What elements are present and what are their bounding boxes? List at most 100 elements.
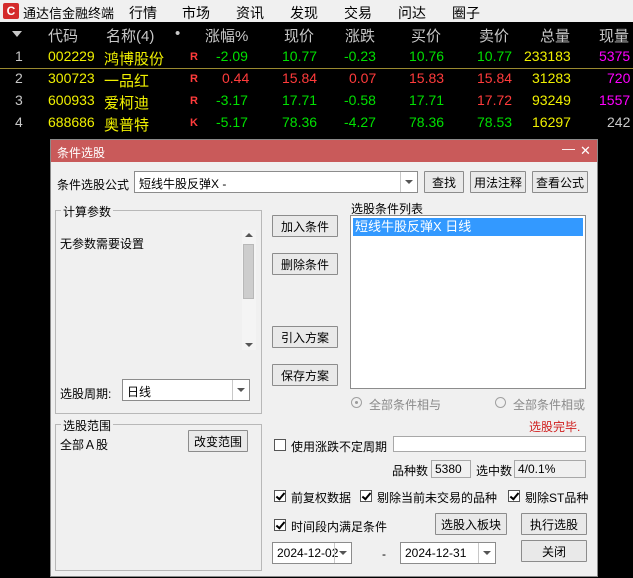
menu-discover[interactable]: 发现 bbox=[290, 3, 318, 23]
date-to-value: 2024-12-31 bbox=[405, 546, 467, 560]
scroll-up-icon[interactable] bbox=[245, 233, 253, 237]
stock-name: 一品红 bbox=[104, 73, 150, 90]
pct-change: 0.44 bbox=[222, 70, 250, 86]
col-cur[interactable]: 现量 bbox=[599, 25, 629, 46]
menu-bar: C 通达信金融终端 行情 市场 资讯 发现 交易 问达 圈子 bbox=[0, 0, 633, 23]
current-volume: 5375 bbox=[599, 48, 631, 64]
condition-select-dialog: 条件选股 — ✕ 条件选股公式 短线牛股反弹X - 查找 用法注释 查看公式 计… bbox=[50, 139, 598, 577]
bid-price: 17.71 bbox=[409, 92, 445, 108]
count-label: 品种数 bbox=[392, 464, 429, 478]
period-value: 日线 bbox=[127, 385, 152, 399]
stock-name: 鸿博股份 bbox=[104, 51, 165, 68]
date-from-picker[interactable]: 2024-12-02 bbox=[272, 542, 352, 564]
stock-code: 600933 bbox=[48, 92, 95, 108]
scroll-thumb[interactable] bbox=[243, 244, 254, 299]
formula-value: 短线牛股反弹X - bbox=[139, 177, 227, 191]
stock-code: 002229 bbox=[48, 48, 95, 64]
col-bid[interactable]: 买价 bbox=[411, 25, 441, 46]
minimize-icon[interactable]: — bbox=[562, 141, 575, 156]
irregular-period-input[interactable] bbox=[393, 436, 586, 452]
exclude-untraded-checkbox[interactable] bbox=[360, 490, 372, 502]
col-vol[interactable]: 总量 bbox=[540, 25, 570, 46]
table-row[interactable]: 3 600933 爱柯迪 R -3.17 17.71 -0.58 17.71 1… bbox=[0, 90, 633, 112]
price: 10.77 bbox=[282, 48, 318, 64]
dropdown-arrow-icon[interactable] bbox=[334, 543, 351, 563]
menu-trade[interactable]: 交易 bbox=[344, 3, 372, 23]
add-condition-button[interactable]: 加入条件 bbox=[272, 215, 338, 237]
selected-value: 4/0.1% bbox=[518, 462, 556, 476]
price: 17.71 bbox=[282, 92, 318, 108]
table-row[interactable]: 4 688686 奥普特 K -5.17 78.36 -4.27 78.36 7… bbox=[0, 112, 633, 134]
date-to-picker[interactable]: 2024-12-31 bbox=[400, 542, 496, 564]
row-index: 3 bbox=[15, 92, 23, 108]
date-separator: - bbox=[382, 547, 386, 561]
list-item[interactable]: 短线牛股反弹X 日线 bbox=[353, 218, 583, 236]
add-to-block-button[interactable]: 选股入板块 bbox=[435, 513, 507, 535]
bid-price: 15.83 bbox=[409, 70, 445, 86]
bid-price: 10.76 bbox=[409, 48, 445, 64]
scroll-down-icon[interactable] bbox=[245, 343, 253, 347]
col-chg[interactable]: 涨跌 bbox=[345, 25, 375, 46]
menu-news[interactable]: 资讯 bbox=[236, 3, 264, 23]
period-select[interactable]: 日线 bbox=[122, 379, 250, 401]
count-value: 5380 bbox=[435, 462, 462, 476]
import-plan-button[interactable]: 引入方案 bbox=[272, 326, 338, 348]
col-ask[interactable]: 卖价 bbox=[479, 25, 509, 46]
change: -0.58 bbox=[344, 92, 376, 108]
row-index: 2 bbox=[15, 70, 23, 86]
close-icon[interactable]: ✕ bbox=[580, 143, 591, 159]
params-scrollbar[interactable] bbox=[242, 230, 256, 350]
dialog-titlebar[interactable]: 条件选股 — ✕ bbox=[51, 140, 597, 162]
col-price[interactable]: 现价 bbox=[284, 25, 314, 46]
price: 15.84 bbox=[282, 70, 318, 86]
table-row[interactable]: 1 002229 鸿博股份 R -2.09 10.77 -0.23 10.76 … bbox=[0, 46, 633, 69]
current-volume: 242 bbox=[607, 114, 631, 130]
menu-circle[interactable]: 圈子 bbox=[452, 3, 480, 23]
period-condition-checkbox[interactable] bbox=[274, 519, 286, 531]
ask-price: 17.72 bbox=[477, 92, 513, 108]
stock-code: 300723 bbox=[48, 70, 95, 86]
save-plan-button[interactable]: 保存方案 bbox=[272, 364, 338, 386]
menu-quotes[interactable]: 行情 bbox=[129, 3, 157, 23]
pct-change: -3.17 bbox=[216, 92, 248, 108]
col-code[interactable]: 代码 bbox=[48, 25, 78, 46]
irregular-period-label: 使用涨跌不定周期 bbox=[291, 440, 388, 454]
irregular-period-checkbox[interactable] bbox=[274, 439, 286, 451]
volume: 16297 bbox=[532, 114, 571, 130]
radio-and-label: 全部条件相与 bbox=[369, 398, 442, 412]
radio-or[interactable] bbox=[495, 397, 506, 408]
status-text: 选股完毕. bbox=[529, 420, 581, 434]
view-formula-button[interactable]: 查看公式 bbox=[532, 171, 588, 193]
menu-market[interactable]: 市场 bbox=[182, 3, 210, 23]
menu-ask[interactable]: 问达 bbox=[398, 3, 426, 23]
formula-label: 条件选股公式 bbox=[57, 178, 130, 192]
dropdown-arrow-icon[interactable] bbox=[400, 172, 417, 192]
condition-list[interactable]: 短线牛股反弹X 日线 bbox=[350, 215, 586, 389]
dropdown-arrow-icon[interactable] bbox=[478, 543, 495, 563]
change-range-button[interactable]: 改变范围 bbox=[188, 430, 248, 452]
dialog-title: 条件选股 bbox=[57, 146, 106, 160]
dropdown-arrow-icon[interactable] bbox=[232, 380, 249, 400]
execute-select-button[interactable]: 执行选股 bbox=[521, 513, 587, 535]
delete-condition-button[interactable]: 删除条件 bbox=[272, 253, 338, 275]
range-value: 全部Ａ股 bbox=[60, 438, 109, 452]
col-dot: • bbox=[175, 25, 181, 42]
change: 0.07 bbox=[349, 70, 377, 86]
usage-note-button[interactable]: 用法注释 bbox=[470, 171, 526, 193]
exclude-st-label: 剔除ST品种 bbox=[525, 491, 589, 505]
flag-badge: R bbox=[190, 73, 198, 85]
app-name: 通达信金融终端 bbox=[23, 6, 115, 21]
exclude-st-checkbox[interactable] bbox=[508, 490, 520, 502]
calc-params-title: 计算参数 bbox=[61, 203, 114, 220]
formula-select[interactable]: 短线牛股反弹X - bbox=[134, 171, 418, 193]
table-row[interactable]: 2 300723 一品红 R 0.44 15.84 0.07 15.83 15.… bbox=[0, 68, 633, 90]
no-params-text: 无参数需要设置 bbox=[60, 237, 145, 251]
radio-and[interactable] bbox=[351, 397, 362, 408]
sort-arrow-icon[interactable] bbox=[12, 31, 22, 37]
col-name[interactable]: 名称(4) bbox=[106, 25, 154, 46]
find-button[interactable]: 查找 bbox=[424, 171, 464, 193]
volume: 93249 bbox=[532, 92, 571, 108]
col-pct[interactable]: 涨幅% bbox=[205, 25, 248, 46]
close-button[interactable]: 关闭 bbox=[521, 540, 587, 562]
adjust-data-checkbox[interactable] bbox=[274, 490, 286, 502]
